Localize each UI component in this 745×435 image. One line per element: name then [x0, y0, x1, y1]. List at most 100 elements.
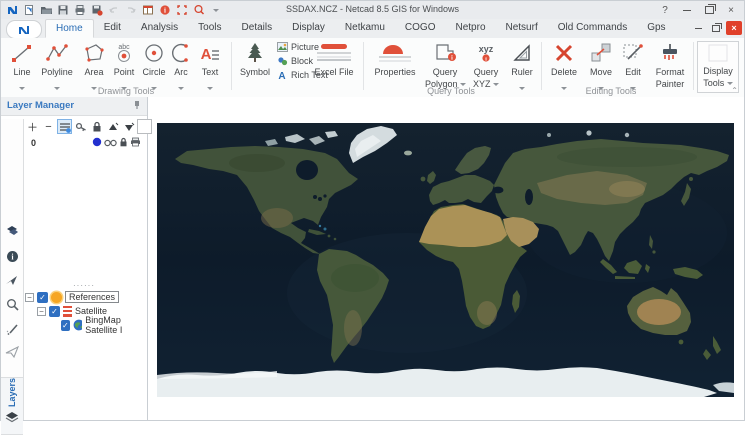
doc-minimize-button[interactable] [690, 21, 706, 35]
picture-icon [277, 42, 288, 52]
color-swatch-button[interactable] [137, 119, 152, 134]
bingmap-label[interactable]: BingMap Satellite I [85, 315, 145, 335]
key-lock-button[interactable] [73, 119, 88, 134]
tab-netpro[interactable]: Netpro [445, 19, 495, 38]
collapse-expander-icon[interactable]: − [25, 292, 34, 302]
send-flag-icon[interactable] [1, 269, 23, 291]
map-viewport[interactable] [157, 123, 734, 397]
tab-edit[interactable]: Edit [94, 19, 131, 38]
delete-icon [547, 41, 581, 65]
app-menu-button[interactable] [6, 20, 42, 39]
tab-old-commands[interactable]: Old Commands [548, 19, 637, 38]
line-tool-button[interactable]: Line [7, 41, 37, 91]
properties-button[interactable]: Properties [369, 41, 421, 77]
minimize-button[interactable] [676, 1, 698, 19]
layers-side-tab[interactable]: Layers [1, 377, 23, 435]
text-icon: A [195, 41, 225, 65]
tree-row-bingmap[interactable]: ✓ BingMap Satellite I [25, 315, 145, 335]
tab-tools[interactable]: Tools [188, 19, 231, 38]
paper-plane-icon[interactable] [1, 341, 23, 363]
edit-button[interactable]: Edit [619, 41, 647, 91]
tree-row-references[interactable]: − ✓ References [25, 290, 145, 304]
close-button[interactable]: × [720, 1, 742, 19]
format-painter-button[interactable]: Format Painter [649, 41, 691, 89]
color-dot-icon[interactable] [92, 137, 102, 147]
circle-icon [139, 41, 169, 65]
point-icon: abc [109, 41, 139, 65]
tab-netkamu[interactable]: Netkamu [335, 19, 395, 38]
doc-close-button[interactable]: × [726, 21, 742, 35]
tab-analysis[interactable]: Analysis [131, 19, 188, 38]
circle-tool-button[interactable]: Circle [139, 41, 169, 91]
point-tool-button[interactable]: abc Point [109, 41, 139, 91]
delete-button[interactable]: Delete [547, 41, 581, 91]
tab-home[interactable]: Home [45, 19, 94, 38]
display-tools-icon [698, 42, 738, 64]
ruler-button[interactable]: Ruler [507, 41, 537, 91]
lock-button[interactable] [89, 119, 104, 134]
ribbon-body: Line Polyline Area abc Point Circle Arc … [1, 38, 744, 98]
text-tool-button[interactable]: A Text [195, 41, 225, 91]
remove-layer-button[interactable]: − [41, 119, 56, 134]
help-button[interactable]: ? [654, 1, 676, 19]
area-tool-button[interactable]: Area [79, 41, 109, 91]
satellite-checkbox[interactable]: ✓ [49, 305, 60, 317]
collapse-expander-icon[interactable]: − [37, 306, 46, 316]
main-area: Layer Manager ＋ − 0 i Layers ······ − ✓ … [1, 97, 744, 435]
layer-row-0[interactable]: 0 [25, 137, 143, 150]
excel-file-button[interactable]: Excel File [311, 41, 357, 77]
references-label[interactable]: References [65, 291, 120, 303]
arc-tool-button[interactable]: Arc [169, 41, 193, 91]
pin-icon[interactable] [133, 100, 141, 110]
layer-up-button[interactable] [105, 119, 120, 134]
svg-text:A: A [278, 71, 285, 80]
editing-tools-group-label: Editing Tools [585, 86, 637, 96]
block-button[interactable]: Block [277, 56, 313, 66]
query-polygon-button[interactable]: i Query Polygon [425, 41, 467, 89]
drawing-tools-group-label: Drawing Tools [97, 86, 155, 96]
window-title: SSDAX.NCZ - Netcad 8.5 GIS for Windows [285, 4, 460, 14]
layer-list-icon [59, 122, 71, 133]
sketch-pen-icon[interactable] [1, 317, 23, 339]
layers-copy-icon[interactable] [1, 219, 23, 241]
collapse-ribbon-chevron[interactable]: ⌃ [731, 86, 738, 95]
polyline-tool-button[interactable]: Polyline [37, 41, 77, 91]
splitter-handle[interactable]: ······ [25, 282, 143, 290]
tab-display[interactable]: Display [282, 19, 335, 38]
info-circle-icon[interactable]: i [1, 245, 23, 267]
move-icon [585, 41, 617, 65]
move-button[interactable]: Move [585, 41, 617, 91]
visibility-glasses-icon[interactable] [104, 138, 117, 147]
add-layer-button[interactable]: ＋ [25, 119, 40, 134]
printer-icon[interactable] [130, 137, 141, 147]
search-icon[interactable] [1, 293, 23, 315]
references-sun-icon [51, 291, 62, 303]
svg-text:xyz: xyz [479, 44, 494, 54]
line-icon [7, 41, 37, 65]
query-xyz-button[interactable]: xyz i Query XYZ [469, 41, 503, 89]
properties-icon [369, 41, 421, 65]
ribbon-tab-row: Home Edit Analysis Tools Details Display… [1, 19, 744, 39]
lock-icon [93, 121, 100, 131]
doc-restore-button[interactable] [708, 21, 724, 35]
restore-button[interactable] [698, 1, 720, 19]
references-checkbox[interactable]: ✓ [37, 291, 48, 303]
arc-icon [169, 41, 193, 65]
bingmap-checkbox[interactable]: ✓ [61, 319, 70, 331]
layer-up-icon [108, 122, 118, 130]
tab-netsurf[interactable]: Netsurf [496, 19, 548, 38]
svg-text:A: A [201, 46, 212, 63]
svg-text:abc: abc [118, 44, 130, 51]
tab-details[interactable]: Details [232, 19, 283, 38]
side-icon-strip: i Layers [1, 119, 24, 435]
tab-gps[interactable]: Gps [637, 19, 675, 38]
lock-icon[interactable] [119, 137, 128, 147]
layer-list-button[interactable] [57, 119, 72, 134]
symbol-tool-button[interactable]: Symbol [237, 41, 273, 77]
key-lock-icon [75, 122, 86, 131]
query-tools-group-label: Query Tools [427, 86, 475, 96]
layer-manager-title: Layer Manager [7, 100, 75, 111]
tab-cogo[interactable]: COGO [395, 19, 446, 38]
layer-down-button[interactable] [121, 119, 136, 134]
layer-down-icon [124, 122, 134, 131]
